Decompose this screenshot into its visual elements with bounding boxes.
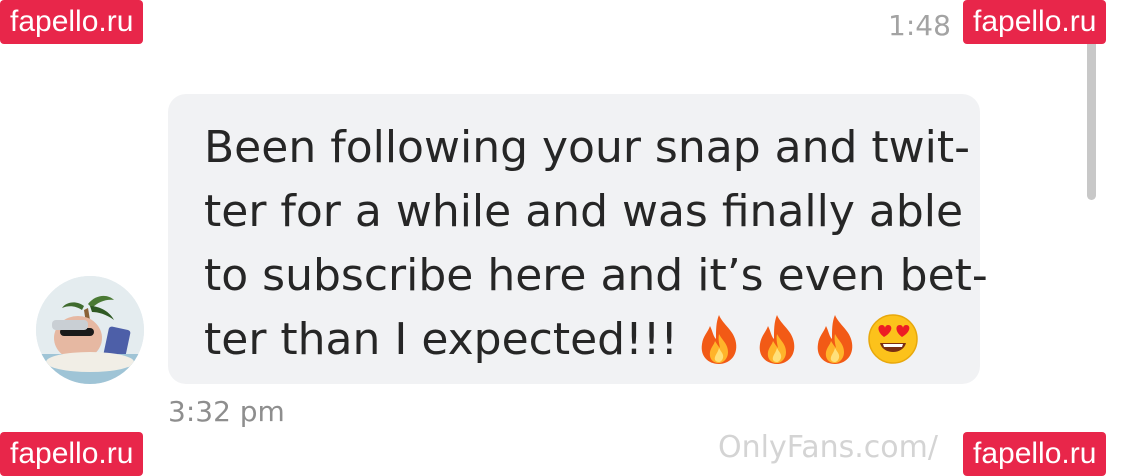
footer-brand-text: OnlyFans.com/	[718, 430, 938, 465]
fire-icon	[759, 315, 795, 364]
fire-icon	[817, 315, 853, 364]
message-timestamp: 3:32 pm	[168, 395, 285, 428]
message-line: Been following your snap and twit-	[204, 122, 970, 173]
heart-eyes-icon	[868, 314, 918, 364]
message-bubble[interactable]: Been following your snap and twit- ter f…	[168, 94, 988, 384]
message-line: ter for a while and was finally able	[204, 186, 964, 237]
fire-icon	[701, 315, 737, 364]
avatar-image	[36, 276, 144, 384]
watermark-bottom-left: fapello.ru	[0, 432, 144, 476]
watermark-bottom-right: fapello.ru	[963, 432, 1107, 476]
avatar[interactable]	[36, 276, 144, 384]
emoji-row	[692, 312, 920, 366]
message-line-text: ter than I expected!!!	[204, 314, 679, 365]
watermark-top-right: fapello.ru	[963, 0, 1107, 44]
message-line: to subscribe here and it’s even bet-	[204, 250, 988, 301]
message-line-last: ter than I expected!!!	[204, 308, 970, 372]
scrollbar[interactable]	[1087, 38, 1096, 200]
status-time: 1:48	[888, 9, 951, 42]
watermark-top-left: fapello.ru	[0, 0, 144, 44]
